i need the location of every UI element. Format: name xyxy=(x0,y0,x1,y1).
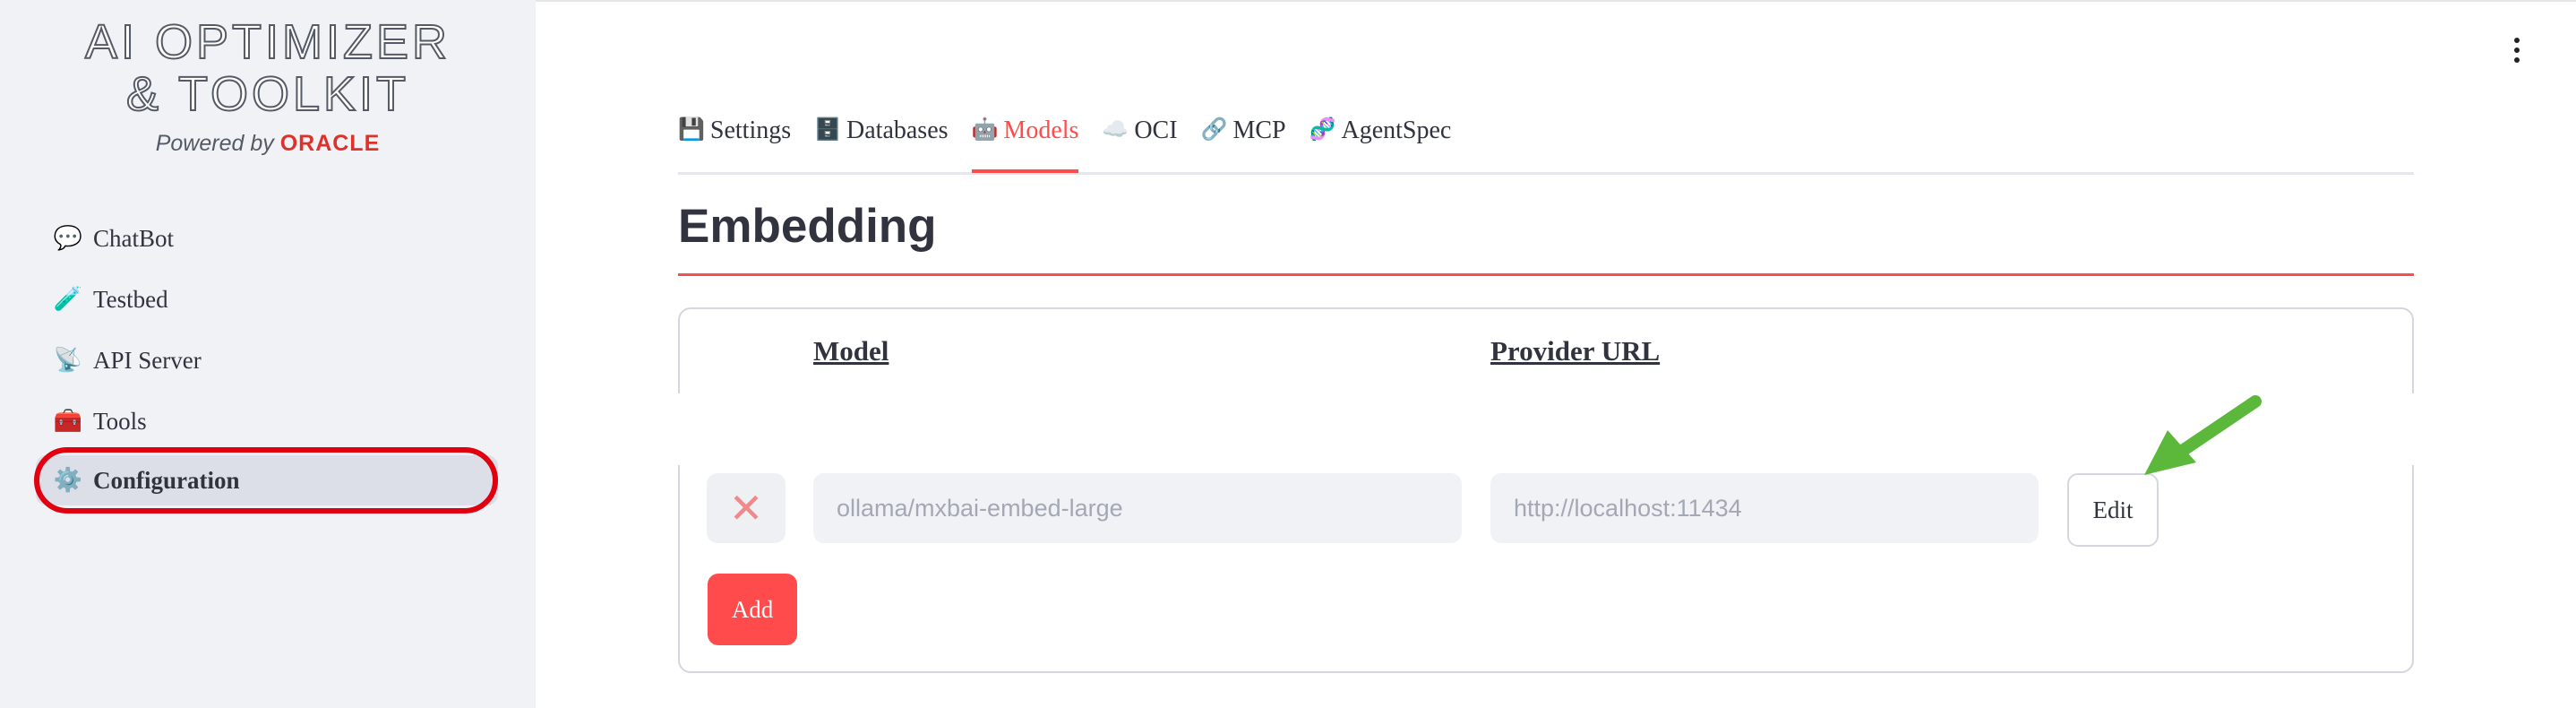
powered-by-label: Powered by xyxy=(155,131,274,156)
robot-icon: 🤖 xyxy=(971,118,999,142)
cloud-icon: ☁️ xyxy=(1102,118,1129,142)
logo-line-1: AI OPTIMIZER xyxy=(84,15,451,69)
tab-label: AgentSpec xyxy=(1341,117,1452,144)
annotation-highlight-ring xyxy=(34,447,498,514)
speech-bubble-icon: 💬 xyxy=(53,225,83,251)
powered-by: Powered by ORACLE xyxy=(0,131,536,157)
main-menu-icon[interactable] xyxy=(2508,38,2526,73)
sidebar-item-tools[interactable]: 🧰 Tools xyxy=(36,396,498,446)
table-gap xyxy=(678,393,2576,465)
sidebar-item-api-server[interactable]: 📡 API Server xyxy=(36,335,498,385)
test-tube-icon: 🧪 xyxy=(53,286,83,312)
annotation-arrow-icon xyxy=(2144,395,2262,475)
tab-oci[interactable]: ☁️ OCI xyxy=(1102,113,1177,170)
add-model-button[interactable]: Add xyxy=(708,574,797,645)
sidebar-item-chatbot[interactable]: 💬 ChatBot xyxy=(36,213,498,263)
dna-icon: 🧬 xyxy=(1309,118,1336,142)
config-tabs: 💾 Settings 🗄️ Databases 🤖 Models ☁️ OCI … xyxy=(678,113,2414,175)
column-header-provider-url: Provider URL xyxy=(1490,335,1661,367)
tab-models[interactable]: 🤖 Models xyxy=(971,113,1079,173)
app-logo: AI OPTIMIZER & TOOLKIT Powered by ORACLE xyxy=(0,15,536,157)
sidebar-item-label: API Server xyxy=(93,346,202,374)
floppy-disk-icon: 💾 xyxy=(678,118,705,142)
satellite-icon: 📡 xyxy=(53,347,83,373)
sidebar-item-testbed[interactable]: 🧪 Testbed xyxy=(36,274,498,324)
sidebar-item-label: Tools xyxy=(93,407,147,435)
toolbox-icon: 🧰 xyxy=(53,408,83,434)
top-divider xyxy=(536,0,2576,2)
tab-label: MCP xyxy=(1232,117,1286,144)
close-icon: ✕ xyxy=(728,485,764,531)
sidebar-item-label: ChatBot xyxy=(93,224,175,252)
sidebar-item-label: Testbed xyxy=(93,285,168,313)
link-icon: 🔗 xyxy=(1200,118,1228,142)
model-name-input[interactable] xyxy=(813,473,1462,543)
tab-label: Settings xyxy=(709,117,792,144)
provider-url-input[interactable] xyxy=(1490,473,2039,543)
tab-agentspec[interactable]: 🧬 AgentSpec xyxy=(1309,113,1452,170)
tab-label: Models xyxy=(1003,117,1079,144)
tab-databases[interactable]: 🗄️ Databases xyxy=(814,113,948,170)
tab-label: Databases xyxy=(846,117,949,144)
oracle-logo: ORACLE xyxy=(279,131,381,156)
edit-model-button[interactable]: Edit xyxy=(2067,473,2159,547)
tab-label: OCI xyxy=(1134,117,1178,144)
tab-mcp[interactable]: 🔗 MCP xyxy=(1201,113,1286,170)
sidebar: AI OPTIMIZER & TOOLKIT Powered by ORACLE… xyxy=(0,0,536,708)
section-divider xyxy=(678,273,2414,276)
tab-settings[interactable]: 💾 Settings xyxy=(678,113,791,170)
delete-model-button[interactable]: ✕ xyxy=(707,473,786,543)
logo-line-2: & TOOLKIT xyxy=(125,67,410,121)
file-cabinet-icon: 🗄️ xyxy=(814,118,842,142)
column-header-model: Model xyxy=(813,335,889,367)
section-title: Embedding xyxy=(678,200,937,253)
